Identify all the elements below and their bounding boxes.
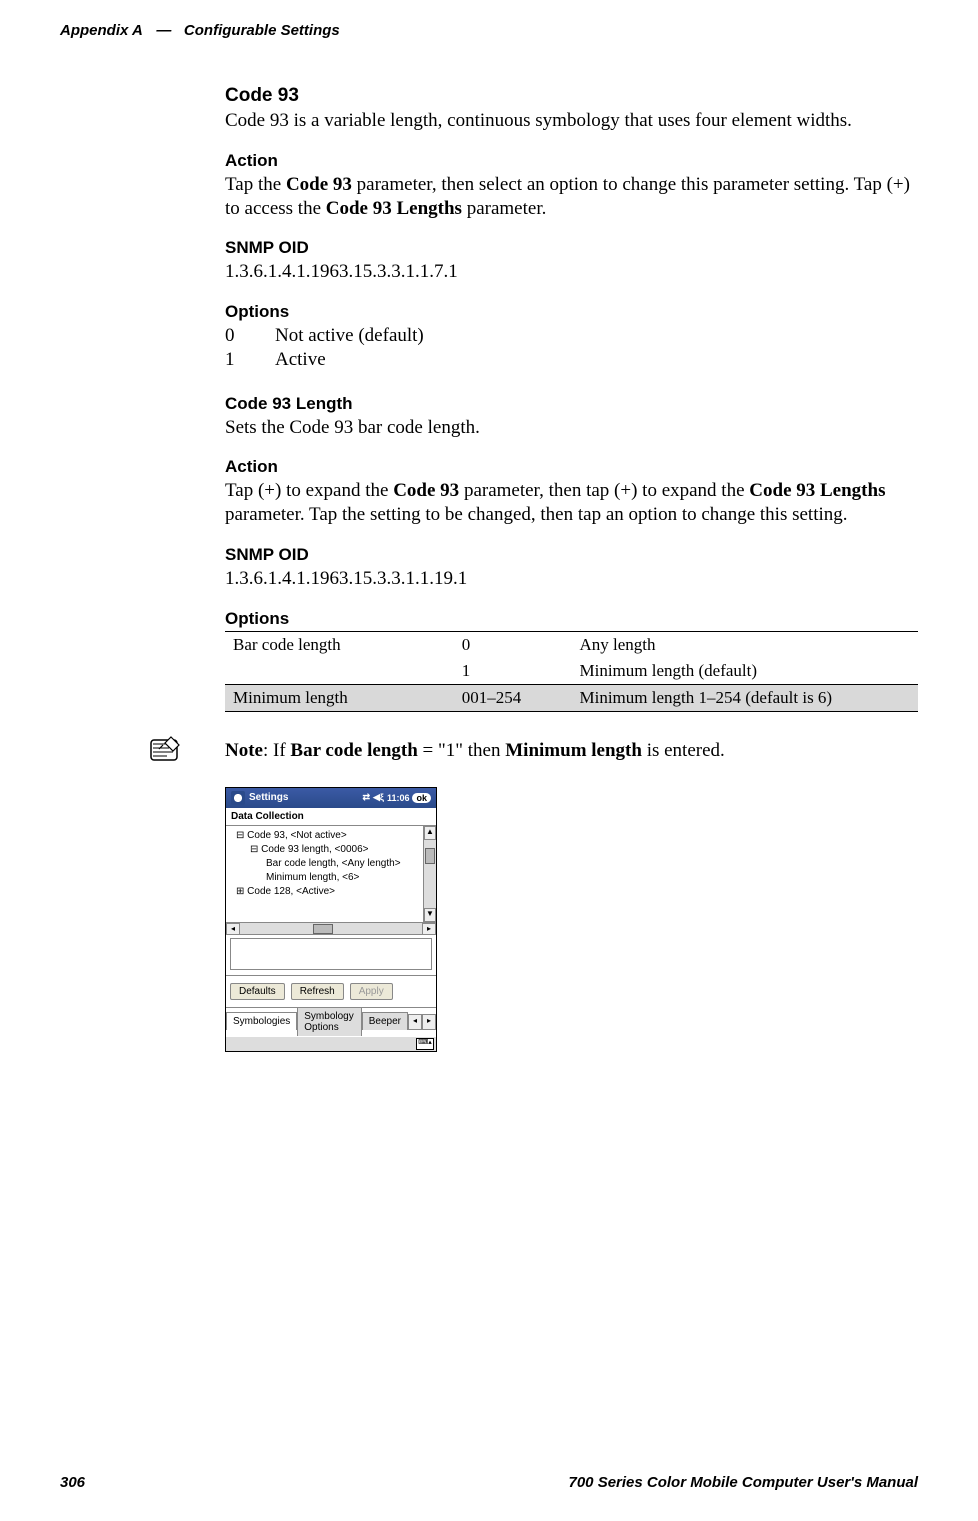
code93len-snmp-heading: SNMP OID: [225, 545, 918, 565]
table-row: Minimum length 001–254 Minimum length 1–…: [225, 684, 918, 711]
tree-item[interactable]: ⊞ Code 128, <Active>: [228, 885, 434, 899]
pda-tree[interactable]: ⊟ Code 93, <Not active> ⊟ Code 93 length…: [226, 826, 436, 922]
vertical-scrollbar[interactable]: ▲ ▼: [423, 826, 436, 922]
scroll-up-button[interactable]: ▲: [424, 826, 436, 840]
horizontal-scrollbar[interactable]: ◂ ▸: [226, 922, 436, 935]
page-content: Code 93 Code 93 is a variable length, co…: [225, 85, 918, 1052]
code93-option-row: 0Not active (default): [225, 324, 918, 348]
note-icon: [143, 736, 183, 766]
book-title: 700 Series Color Mobile Computer User's …: [569, 1474, 919, 1491]
page-footer: 306 700 Series Color Mobile Computer Use…: [60, 1474, 918, 1491]
code93len-options-heading: Options: [225, 609, 918, 629]
tab-beeper[interactable]: Beeper: [362, 1012, 408, 1030]
page-number: 306: [60, 1474, 85, 1491]
tree-item[interactable]: ⊟ Code 93, <Not active>: [228, 829, 434, 843]
dash: —: [156, 22, 171, 39]
page-header: Appendix A — Configurable Settings: [60, 22, 918, 39]
defaults-button[interactable]: Defaults: [230, 983, 285, 1000]
code93len-desc: Sets the Code 93 bar code length.: [225, 416, 918, 440]
code93-option-row: 1Active: [225, 348, 918, 372]
table-row: Bar code length 0 Any length: [225, 631, 918, 658]
apply-button[interactable]: Apply: [350, 983, 393, 1000]
code93-snmp-heading: SNMP OID: [225, 238, 918, 258]
refresh-button[interactable]: Refresh: [291, 983, 344, 1000]
tree-item[interactable]: Minimum length, <6>: [228, 871, 434, 885]
clock-time: 11:06: [387, 793, 410, 803]
pda-app-title: Data Collection: [226, 808, 436, 826]
start-icon[interactable]: [231, 791, 245, 805]
code93-options-heading: Options: [225, 302, 918, 322]
code93len-action-heading: Action: [225, 457, 918, 477]
pda-bottombar: ⌨▴: [226, 1037, 436, 1051]
code93-snmp-value: 1.3.6.1.4.1.1963.15.3.3.1.1.7.1: [225, 260, 918, 284]
connectivity-icon[interactable]: ⇄: [362, 792, 370, 803]
pda-screenshot: Settings ⇄ ◀ξ 11:06 ok Data Collection ⊟…: [225, 787, 437, 1052]
pda-tabs: Symbologies Symbology Options Beeper ◂ ▸: [226, 1007, 436, 1037]
note-block: Note: If Bar code length = "1" then Mini…: [225, 740, 918, 762]
scroll-down-button[interactable]: ▼: [424, 908, 436, 922]
code93len-snmp-value: 1.3.6.1.4.1.1963.15.3.3.1.1.19.1: [225, 567, 918, 591]
tree-item[interactable]: Bar code length, <Any length>: [228, 857, 434, 871]
tab-symbology-options[interactable]: Symbology Options: [297, 1007, 361, 1036]
tab-scroll-left-button[interactable]: ◂: [408, 1014, 422, 1030]
code93len-action-text: Tap (+) to expand the Code 93 parameter,…: [225, 479, 918, 527]
scroll-thumb[interactable]: [425, 848, 435, 864]
scroll-right-button[interactable]: ▸: [422, 923, 436, 935]
scroll-left-button[interactable]: ◂: [226, 923, 240, 935]
code93-action-heading: Action: [225, 151, 918, 171]
options-table: Bar code length 0 Any length 1 Minimum l…: [225, 631, 918, 712]
appendix-label: Appendix A: [60, 22, 142, 39]
scroll-thumb[interactable]: [313, 924, 333, 934]
tree-item[interactable]: ⊟ Code 93 length, <0006>: [228, 843, 434, 857]
ok-button[interactable]: ok: [412, 793, 431, 803]
pda-title: Settings: [249, 792, 288, 803]
note-text: Note: If Bar code length = "1" then Mini…: [225, 740, 918, 762]
keyboard-icon[interactable]: ⌨▴: [416, 1038, 434, 1050]
speaker-icon[interactable]: ◀ξ: [373, 792, 384, 803]
tab-symbologies[interactable]: Symbologies: [226, 1012, 297, 1030]
pda-titlebar: Settings ⇄ ◀ξ 11:06 ok: [226, 788, 436, 808]
code93-heading: Code 93: [225, 85, 918, 107]
pda-preview-area: [226, 934, 436, 976]
code93-action-text: Tap the Code 93 parameter, then select a…: [225, 173, 918, 221]
code93len-heading: Code 93 Length: [225, 394, 918, 414]
section-title: Configurable Settings: [184, 22, 340, 39]
tab-scroll-right-button[interactable]: ▸: [422, 1014, 436, 1030]
code93-desc: Code 93 is a variable length, continuous…: [225, 109, 918, 133]
